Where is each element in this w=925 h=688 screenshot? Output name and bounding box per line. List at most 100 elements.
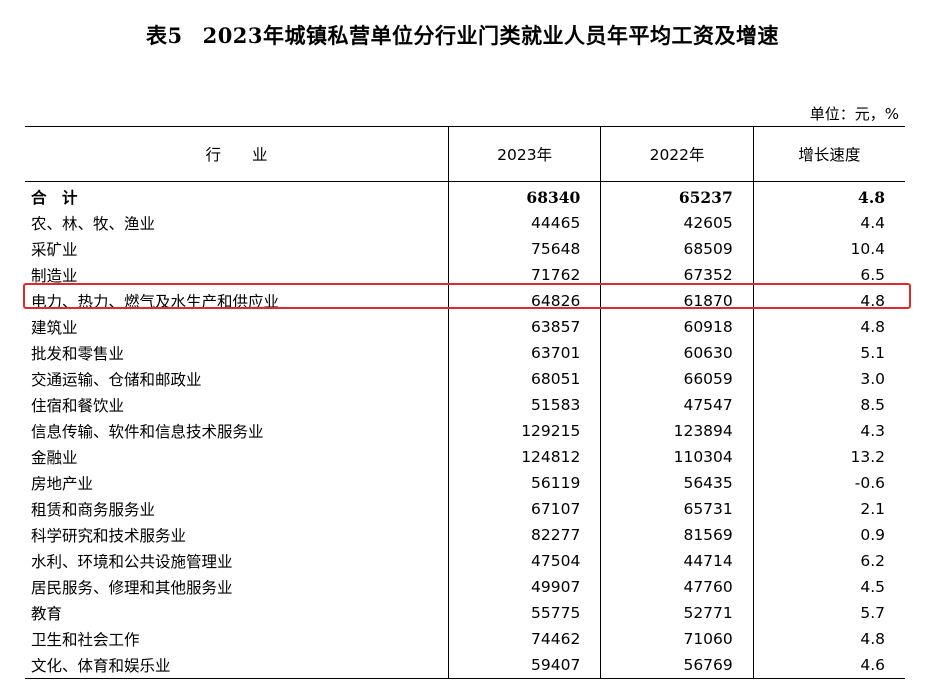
industry-cell: 居民服务、修理和其他服务业 (31, 579, 233, 597)
wage-2023-cell: 68051 (447, 366, 601, 392)
wage-2023-cell: 51583 (447, 392, 601, 418)
table-title: 表5 2023年城镇私营单位分行业门类就业人员年平均工资及增速 (0, 20, 925, 50)
wage-2022-cell: 71060 (600, 626, 754, 652)
wage-2023-cell: 129215 (447, 418, 601, 444)
wage-2022-cell: 60918 (600, 314, 754, 340)
wage-2022-cell: 110304 (600, 444, 754, 470)
wage-2023-cell: 44465 (447, 210, 601, 236)
table-row: 房地产业 56119 56435 -0.6 (25, 470, 905, 496)
table-row: 科学研究和技术服务业 82277 81569 0.9 (25, 522, 905, 548)
wage-2023-cell: 64826 (447, 288, 601, 314)
growth-cell: 3.0 (752, 366, 905, 392)
industry-cell: 文化、体育和娱乐业 (25, 652, 449, 679)
industry-cell: 教育 (31, 605, 63, 623)
table-row: 卫生和社会工作 74462 71060 4.8 (25, 626, 905, 652)
growth-cell: 4.6 (752, 652, 905, 679)
wage-2022-cell: 52771 (600, 600, 754, 626)
wage-table: 行 业 2023年 2022年 增长速度 合 计 68340 65237 4.8 农、林… (25, 126, 905, 679)
table-row: 批发和零售业 63701 60630 5.1 (25, 340, 905, 366)
wage-2022-cell: 65731 (600, 496, 754, 522)
unit-label: 单位：元，% (809, 105, 899, 123)
table-row: 电力、热力、燃气及水生产和供应业 64826 61870 4.8 (25, 288, 905, 314)
table-title-text: 2023年城镇私营单位分行业门类就业人员年平均工资及增速 (202, 23, 780, 48)
wage-2022-cell: 123894 (600, 418, 754, 444)
wage-2022-cell: 47760 (600, 574, 754, 600)
table-row: 教育 55775 52771 5.7 (25, 600, 905, 626)
growth-cell: 2.1 (752, 496, 905, 522)
industry-cell: 金融业 (31, 449, 78, 467)
industry-cell: 房地产业 (31, 475, 94, 493)
growth-cell: 10.4 (752, 236, 905, 262)
growth-cell: -0.6 (752, 470, 905, 496)
header-2022: 2022年 (600, 126, 754, 182)
header-growth: 增长速度 (752, 126, 905, 182)
wage-2022-cell: 81569 (600, 522, 754, 548)
growth-cell: 0.9 (752, 522, 905, 548)
industry-cell: 科学研究和技术服务业 (31, 527, 187, 545)
wage-2022-cell: 65237 (600, 181, 754, 210)
wage-2022-cell: 61870 (600, 288, 754, 314)
wage-2023-cell: 74462 (447, 626, 601, 652)
table-row: 建筑业 63857 60918 4.8 (25, 314, 905, 340)
growth-cell: 8.5 (752, 392, 905, 418)
wage-2022-cell: 42605 (600, 210, 754, 236)
table-row: 文化、体育和娱乐业 59407 56769 4.6 (25, 652, 905, 679)
industry-cell: 信息传输、软件和信息技术服务业 (31, 423, 264, 441)
wage-2023-cell: 55775 (447, 600, 601, 626)
growth-cell: 5.1 (752, 340, 905, 366)
table-row: 金融业 124812 110304 13.2 (25, 444, 905, 470)
header-industry: 行 业 (25, 126, 449, 182)
table-row: 住宿和餐饮业 51583 47547 8.5 (25, 392, 905, 418)
growth-cell: 4.3 (752, 418, 905, 444)
total-row: 合 计 68340 65237 4.8 (25, 181, 905, 210)
table-row: 租赁和商务服务业 67107 65731 2.1 (25, 496, 905, 522)
table-row: 交通运输、仓储和邮政业 68051 66059 3.0 (25, 366, 905, 392)
growth-cell: 4.5 (752, 574, 905, 600)
wage-2023-cell: 63857 (447, 314, 601, 340)
wage-2023-cell: 75648 (447, 236, 601, 262)
industry-cell: 建筑业 (31, 319, 78, 337)
wage-2023-cell: 82277 (447, 522, 601, 548)
growth-cell: 4.8 (752, 181, 905, 210)
wage-2022-cell: 67352 (600, 262, 754, 288)
industry-cell: 水利、环境和公共设施管理业 (31, 553, 233, 571)
industry-cell: 合 计 (31, 188, 78, 207)
growth-cell: 4.8 (752, 314, 905, 340)
growth-cell: 6.2 (752, 548, 905, 574)
table-row: 农、林、牧、渔业 44465 42605 4.4 (25, 210, 905, 236)
growth-cell: 13.2 (752, 444, 905, 470)
wage-2022-cell: 66059 (600, 366, 754, 392)
growth-cell: 4.8 (752, 626, 905, 652)
industry-cell: 批发和零售业 (31, 345, 125, 363)
industry-cell: 电力、热力、燃气及水生产和供应业 (31, 293, 280, 311)
industry-cell: 农、林、牧、渔业 (31, 215, 156, 233)
wage-2022-cell: 60630 (600, 340, 754, 366)
wage-2023-cell: 71762 (447, 262, 601, 288)
wage-2023-cell: 47504 (447, 548, 601, 574)
growth-cell: 4.8 (752, 288, 905, 314)
table-number: 表5 (145, 23, 183, 48)
wage-2023-cell: 67107 (447, 496, 601, 522)
wage-2022-cell: 44714 (600, 548, 754, 574)
growth-cell: 5.7 (752, 600, 905, 626)
industry-cell: 交通运输、仓储和邮政业 (31, 371, 202, 389)
table-row: 居民服务、修理和其他服务业 49907 47760 4.5 (25, 574, 905, 600)
header-row: 行 业 2023年 2022年 增长速度 (25, 126, 905, 182)
table-row: 采矿业 75648 68509 10.4 (25, 236, 905, 262)
industry-cell: 租赁和商务服务业 (31, 501, 156, 519)
industry-cell: 制造业 (31, 267, 78, 285)
industry-cell: 住宿和餐饮业 (31, 397, 125, 415)
industry-cell: 卫生和社会工作 (31, 631, 140, 649)
wage-2023-cell: 59407 (447, 652, 601, 679)
wage-2022-cell: 68509 (600, 236, 754, 262)
wage-2023-cell: 49907 (447, 574, 601, 600)
growth-cell: 4.4 (752, 210, 905, 236)
wage-2022-cell: 47547 (600, 392, 754, 418)
wage-2023-cell: 68340 (447, 181, 601, 210)
header-2023: 2023年 (447, 126, 601, 182)
wage-2022-cell: 56769 (600, 652, 754, 679)
industry-cell: 采矿业 (31, 241, 78, 259)
wage-2023-cell: 63701 (447, 340, 601, 366)
table-row: 制造业 71762 67352 6.5 (25, 262, 905, 288)
wage-2023-cell: 124812 (447, 444, 601, 470)
